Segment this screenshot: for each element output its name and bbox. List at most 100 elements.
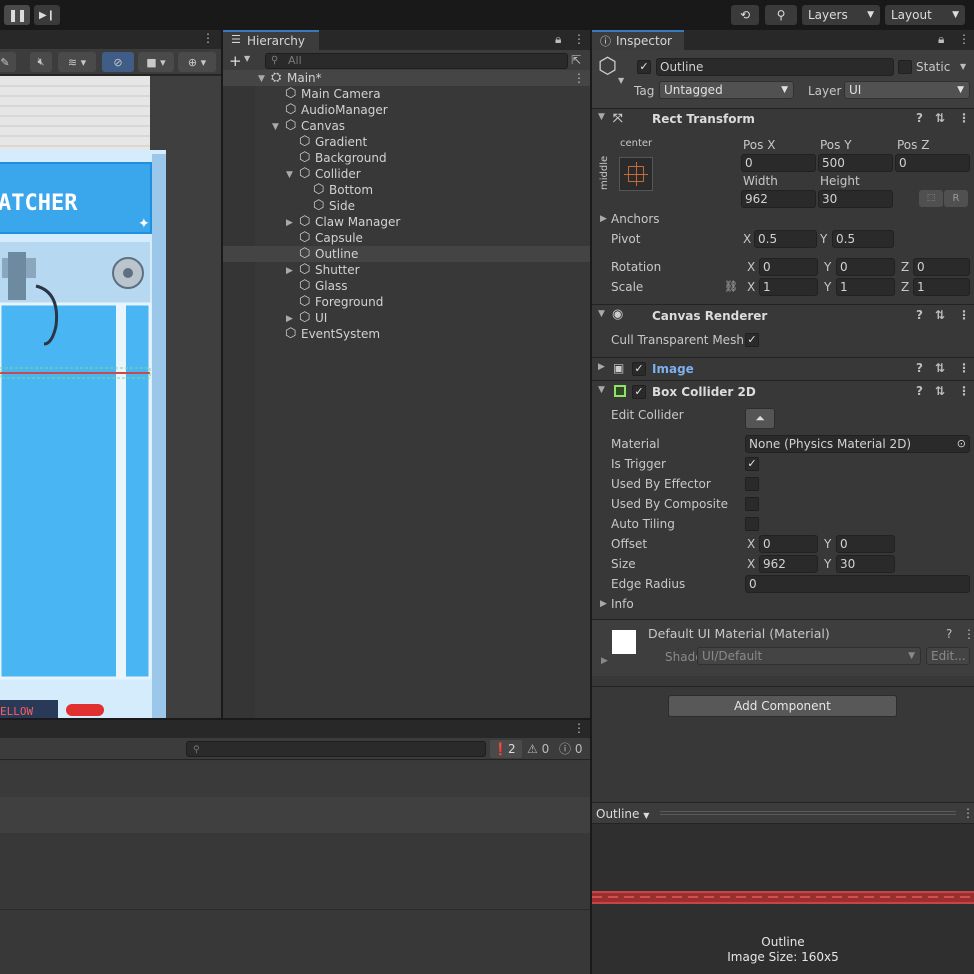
panel-splitter[interactable]	[0, 718, 590, 720]
panel-splitter[interactable]	[590, 30, 592, 974]
scene-visibility-icon[interactable]: ⇱	[571, 53, 581, 67]
expanded-arrow-icon[interactable]: ▼	[286, 167, 293, 183]
more-options-icon[interactable]: ⋮	[962, 806, 974, 820]
more-options-icon[interactable]: ⋮	[958, 361, 970, 375]
help-icon[interactable]: ?	[946, 627, 952, 641]
active-checkbox[interactable]: ✓	[637, 60, 651, 74]
layers-dropdown[interactable]: Layers ▼	[802, 5, 880, 25]
expand-arrow-icon[interactable]: ▶	[600, 214, 607, 224]
shader-edit-button[interactable]: Edit...	[926, 647, 970, 665]
hierarchy-item[interactable]: ⬡ Gradient	[223, 134, 590, 150]
search-button[interactable]: ⚲	[765, 5, 797, 25]
chevron-down-icon[interactable]: ▼	[960, 62, 966, 71]
more-options-icon[interactable]: ⋮	[573, 70, 585, 86]
more-options-icon[interactable]: ⋮	[958, 384, 970, 398]
material-swatch[interactable]	[612, 630, 636, 654]
help-icon[interactable]: ?	[916, 361, 923, 375]
hierarchy-item[interactable]: ⬡ Background	[223, 150, 590, 166]
error-filter-button[interactable]: ❗2	[490, 740, 522, 758]
offset-x-field[interactable]: 0	[759, 535, 818, 553]
hierarchy-item[interactable]: ▶ ⬡ Shutter	[223, 262, 590, 278]
chevron-down-icon[interactable]: ▼	[244, 54, 250, 63]
pos-z-field[interactable]: 0	[895, 154, 970, 172]
collapsed-arrow-icon[interactable]: ▶	[286, 263, 293, 279]
box-collider-enabled-checkbox[interactable]: ✓	[632, 385, 646, 399]
visibility-toggle-button[interactable]: ⊘	[102, 52, 134, 72]
pos-x-field[interactable]: 0	[741, 154, 816, 172]
hierarchy-item[interactable]: ▶ ⬡ Claw Manager	[223, 214, 590, 230]
pos-y-field[interactable]: 500	[818, 154, 893, 172]
draw-mode-button[interactable]: ✎	[0, 52, 16, 72]
preview-dropdown[interactable]: Outline ▼	[596, 805, 649, 823]
expand-arrow-icon[interactable]: ▶	[600, 599, 607, 609]
panel-splitter[interactable]	[221, 30, 223, 718]
console-search-input[interactable]: ⚲	[186, 741, 486, 757]
more-options-icon[interactable]: ⋮	[958, 32, 970, 46]
image-header[interactable]: ▶ ▣ ✓ Image ? ⇅ ⋮	[592, 358, 974, 380]
add-button[interactable]: +	[229, 52, 242, 70]
pivot-y-field[interactable]: 0.5	[832, 230, 894, 248]
more-options-icon[interactable]: ⋮	[958, 308, 970, 322]
used-by-effector-checkbox[interactable]	[745, 477, 759, 491]
is-trigger-checkbox[interactable]: ✓	[745, 457, 759, 471]
image-enabled-checkbox[interactable]: ✓	[632, 362, 646, 376]
more-options-icon[interactable]: ⋮	[202, 31, 214, 45]
camera-dropdown[interactable]: ■ ▾	[138, 52, 174, 72]
scale-y-field[interactable]: 1	[836, 278, 895, 296]
expanded-arrow-icon[interactable]: ▼	[272, 119, 279, 135]
info-filter-button[interactable]: ⓘ 0	[557, 740, 587, 758]
size-y-field[interactable]: 30	[836, 555, 895, 573]
collapsed-arrow-icon[interactable]: ▶	[286, 311, 293, 327]
effects-dropdown[interactable]: ≋ ▾	[58, 52, 96, 72]
collapsed-arrow-icon[interactable]: ▶	[286, 215, 293, 231]
console-row[interactable]	[0, 797, 590, 833]
pause-button[interactable]: ❚❚	[4, 5, 30, 25]
pivot-x-field[interactable]: 0.5	[754, 230, 817, 248]
preset-icon[interactable]: ⇅	[935, 111, 945, 125]
gizmos-dropdown[interactable]: ⊕ ▾	[178, 52, 216, 72]
preset-icon[interactable]: ⇅	[935, 384, 945, 398]
more-options-icon[interactable]: ⋮	[963, 627, 974, 641]
game-render[interactable]: ✦ ATCHER ELLOW	[0, 76, 221, 718]
step-button[interactable]: ▶❙	[34, 5, 60, 25]
hierarchy-item[interactable]: ⬡ Outline	[223, 246, 590, 262]
raw-edit-button[interactable]: R	[944, 190, 968, 207]
hierarchy-item[interactable]: ⬡ Glass	[223, 278, 590, 294]
edit-collider-button[interactable]: ⏶	[745, 408, 775, 429]
layer-dropdown[interactable]: UI ▼	[844, 81, 970, 99]
hierarchy-item[interactable]: ▶ ⬡ UI	[223, 310, 590, 326]
help-icon[interactable]: ?	[916, 384, 923, 398]
anchors-label[interactable]: Anchors	[611, 212, 660, 226]
resize-handle[interactable]	[660, 811, 956, 815]
hierarchy-search-input[interactable]: ⚲ All	[265, 53, 568, 69]
lock-icon[interactable]: 🔒︎	[938, 32, 944, 47]
width-field[interactable]: 962	[741, 190, 816, 208]
hierarchy-item[interactable]: ⬡ Side	[223, 198, 590, 214]
hierarchy-item[interactable]: ▼ ⛭ Main* ⋮	[223, 70, 590, 86]
more-options-icon[interactable]: ⋮	[958, 111, 970, 125]
hierarchy-item[interactable]: ⬡ EventSystem	[223, 326, 590, 342]
rot-z-field[interactable]: 0	[913, 258, 970, 276]
more-options-icon[interactable]: ⋮	[573, 721, 585, 735]
audio-toggle-button[interactable]: 🔇︎	[30, 52, 52, 72]
preset-icon[interactable]: ⇅	[935, 361, 945, 375]
tab-hierarchy[interactable]: ☰ Hierarchy	[223, 30, 319, 50]
anchor-preset-button[interactable]	[619, 157, 653, 191]
blueprint-mode-button[interactable]: ⬚	[919, 190, 943, 207]
object-name-field[interactable]: Outline	[656, 58, 894, 76]
material-field[interactable]: None (Physics Material 2D) ⊙	[745, 435, 970, 453]
hierarchy-item[interactable]: ⬡ Main Camera	[223, 86, 590, 102]
box-collider-header[interactable]: ▼ ✓ Box Collider 2D ? ⇅ ⋮	[592, 381, 974, 403]
history-button[interactable]: ⟲	[731, 5, 759, 25]
add-component-button[interactable]: Add Component	[668, 695, 897, 717]
hierarchy-item[interactable]: ⬡ Capsule	[223, 230, 590, 246]
expand-arrow-icon[interactable]: ▶	[601, 656, 608, 666]
hierarchy-item[interactable]: ⬡ AudioManager	[223, 102, 590, 118]
offset-y-field[interactable]: 0	[836, 535, 895, 553]
canvas-renderer-header[interactable]: ▼ ◉ Canvas Renderer ? ⇅ ⋮	[592, 305, 974, 327]
auto-tiling-checkbox[interactable]	[745, 517, 759, 531]
warning-filter-button[interactable]: ⚠ 0	[525, 740, 553, 758]
lock-icon[interactable]: 🔒︎	[555, 32, 561, 47]
help-icon[interactable]: ?	[916, 308, 923, 322]
chevron-down-icon[interactable]: ▼	[618, 76, 624, 85]
